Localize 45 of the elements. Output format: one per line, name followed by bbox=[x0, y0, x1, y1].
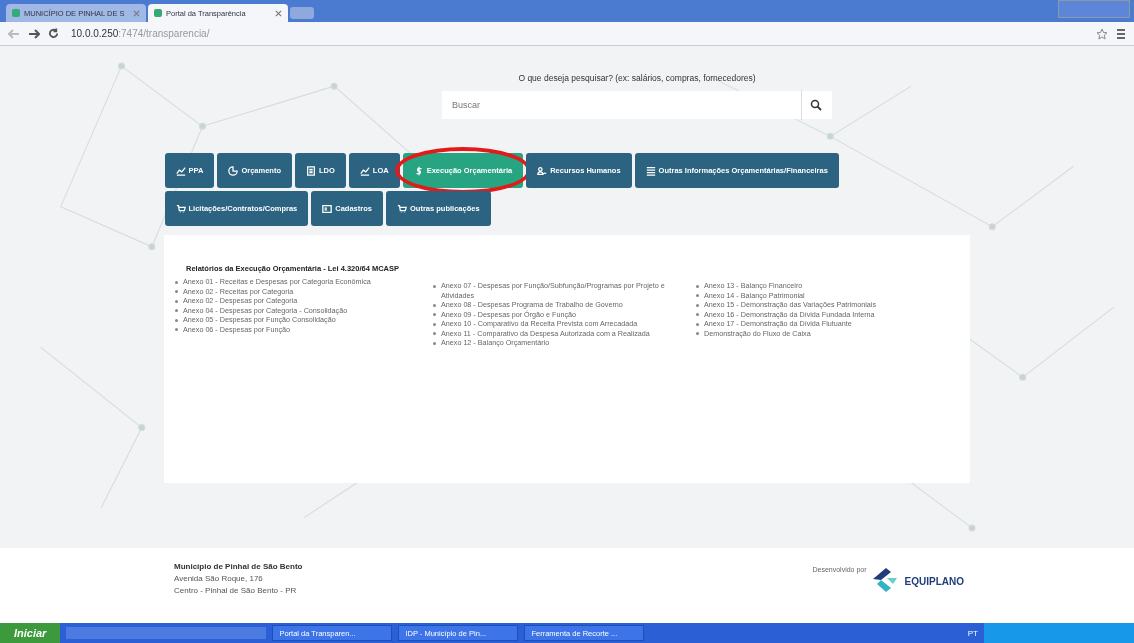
document-icon bbox=[306, 165, 316, 176]
pie-chart-icon bbox=[228, 165, 239, 176]
language-indicator[interactable]: PT bbox=[967, 628, 978, 638]
list-icon bbox=[645, 165, 656, 176]
bullet-icon bbox=[175, 280, 178, 284]
bullet-icon bbox=[696, 284, 699, 288]
cart-icon bbox=[396, 203, 407, 214]
menu-icon[interactable] bbox=[1116, 27, 1126, 40]
search-prompt: O que deseja pesquisar? (ex: salários, compras, fornecedores) bbox=[518, 73, 756, 83]
bullet-icon bbox=[433, 284, 436, 288]
search-icon[interactable] bbox=[810, 99, 822, 111]
id-card-icon bbox=[322, 203, 333, 214]
bullet-icon bbox=[696, 322, 699, 326]
bullet-icon bbox=[433, 303, 436, 307]
search-field[interactable]: Buscar bbox=[442, 91, 832, 119]
bullet-icon bbox=[433, 322, 436, 326]
cart-icon bbox=[175, 203, 186, 214]
bullet-icon bbox=[696, 294, 699, 297]
start-button[interactable]: Iniciar bbox=[0, 623, 61, 643]
bullet-icon bbox=[696, 332, 699, 335]
brand-name: EQUIPLANO bbox=[904, 576, 964, 587]
page-icon bbox=[12, 9, 20, 17]
footer-text: Centro - Pinhal de São Bento - PR bbox=[174, 586, 298, 595]
bullet-icon bbox=[175, 290, 178, 293]
star-icon[interactable] bbox=[1096, 27, 1108, 40]
bullet-icon bbox=[433, 313, 436, 316]
bullet-icon bbox=[175, 328, 178, 331]
page-icon bbox=[154, 9, 162, 17]
close-icon[interactable] bbox=[133, 9, 140, 17]
bullet-icon bbox=[433, 332, 436, 335]
bullet-icon bbox=[433, 341, 436, 345]
bullet-icon bbox=[696, 303, 699, 307]
people-icon bbox=[537, 165, 548, 176]
footer-text: Avenida São Roque, 176 bbox=[174, 574, 264, 583]
chart-icon bbox=[359, 165, 370, 176]
chart-icon bbox=[175, 165, 186, 176]
forward-icon[interactable] bbox=[28, 28, 40, 39]
bullet-icon bbox=[175, 318, 178, 322]
bullet-icon bbox=[175, 309, 178, 312]
back-icon[interactable] bbox=[8, 28, 20, 39]
bullet-icon bbox=[175, 299, 178, 303]
footer-text: Município de Pinhal de São Bento bbox=[174, 562, 303, 571]
bullet-icon bbox=[696, 313, 699, 316]
reload-icon[interactable] bbox=[48, 28, 59, 39]
close-icon[interactable] bbox=[275, 9, 282, 17]
